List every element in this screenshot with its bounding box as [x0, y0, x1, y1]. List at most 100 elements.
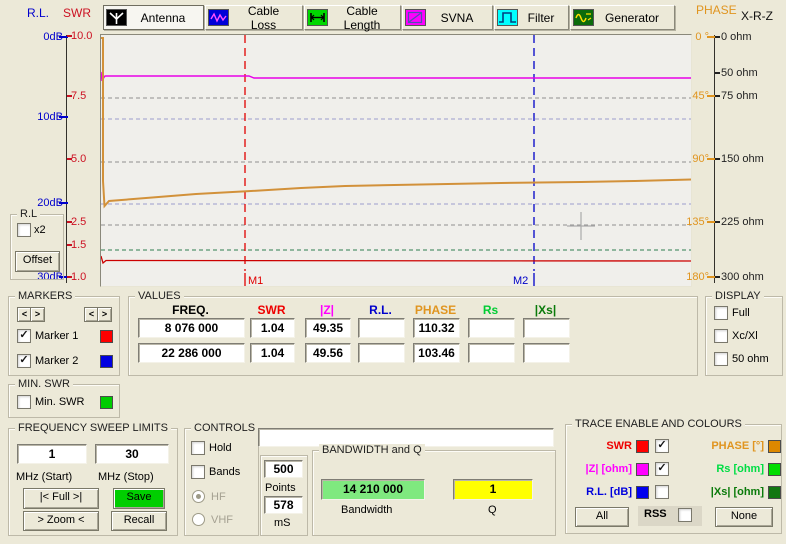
phase-tick-tick — [707, 221, 715, 223]
ohm-tick-tick — [715, 36, 720, 38]
phase-tick-label: 0 ° — [666, 31, 709, 43]
tab-antenna[interactable]: Antenna — [103, 5, 204, 30]
recall-button[interactable]: Recall — [111, 511, 167, 531]
display-50-ohm-checkbox[interactable] — [714, 352, 728, 366]
value-cell-m2-freq-[interactable]: 22 286 000 — [138, 343, 245, 363]
stop-freq-label: MHz (Stop) — [98, 471, 154, 483]
marker2-checkbox[interactable]: ✓ — [17, 354, 31, 368]
ohm-tick-tick — [715, 221, 720, 223]
none-traces-button[interactable]: None — [715, 507, 773, 527]
rss-label: RSS — [644, 508, 667, 520]
display-full-checkbox[interactable] — [714, 306, 728, 320]
marker2-step-next-button[interactable]: > — [97, 307, 112, 322]
ohm-tick-label: 50 ohm — [721, 67, 758, 79]
trace-rs-ohm--color-swatch[interactable] — [768, 463, 781, 476]
q-label: Q — [488, 504, 497, 516]
phase-tick-label: 180° — [666, 271, 709, 283]
swr-tick-label: 5.0 — [71, 153, 86, 165]
tab-cable-loss[interactable]: Cable Loss — [205, 5, 303, 30]
points-label: Points — [265, 482, 296, 494]
full-span-button[interactable]: |< Full >| — [23, 488, 99, 509]
phase-tick-label: 90° — [666, 153, 709, 165]
rl-tick-tick — [59, 202, 68, 204]
trace--xs-ohm--color-swatch[interactable] — [768, 486, 781, 499]
display-xc-xl-label: Xc/Xl — [732, 330, 758, 342]
offset-button[interactable]: Offset — [15, 251, 60, 272]
marker2-color-swatch[interactable] — [100, 355, 113, 368]
min-swr-color-swatch[interactable] — [100, 396, 113, 409]
display-panel-title: DISPLAY — [712, 290, 764, 302]
zoom-span-button[interactable]: > Zoom < — [23, 511, 99, 531]
min-swr-checkbox[interactable] — [17, 395, 31, 409]
trace--z-ohm--label: |Z| [ohm] — [574, 463, 632, 475]
rl-tick-tick — [59, 116, 68, 118]
phase-trace — [101, 38, 691, 206]
trace-swr-color-swatch[interactable] — [636, 440, 649, 453]
sweep-plot[interactable]: M1M2 — [100, 34, 692, 287]
rl-tick-label: 10dB — [20, 111, 63, 123]
bands-checkbox[interactable] — [191, 465, 205, 479]
value-cell-m1--z-: 49.35 — [305, 318, 351, 338]
antenna-icon — [106, 9, 127, 26]
trace--z-ohm--color-swatch[interactable] — [636, 463, 649, 476]
trace-r-l-db--checkbox[interactable] — [655, 485, 669, 499]
tab-filter[interactable]: Filter — [494, 5, 569, 30]
swr-tick-tick — [67, 244, 72, 246]
marker1-step-next-button[interactable]: > — [30, 307, 45, 322]
bandwidth-panel: BANDWIDTH and Q 14 210 000 Bandwidth 1 Q — [312, 450, 556, 536]
swr-tick-tick — [67, 95, 72, 97]
vhf-radio[interactable] — [192, 513, 205, 526]
value-cell-m1-freq-[interactable]: 8 076 000 — [138, 318, 245, 338]
values-header-r-l-: R.L. — [358, 303, 403, 317]
stop-freq-input[interactable]: 30 — [95, 444, 169, 464]
trace--xs-ohm--label: |Xs| [ohm] — [706, 486, 764, 498]
tab-generator[interactable]: Generator — [570, 5, 675, 30]
values-panel-title: VALUES — [135, 290, 184, 302]
start-freq-label: MHz (Start) — [16, 471, 72, 483]
value-cell-m1-phase: 110.32 — [413, 318, 460, 338]
trace--z-ohm--checkbox[interactable]: ✓ — [655, 462, 669, 476]
trace-phase--color-swatch[interactable] — [768, 440, 781, 453]
marker-label-m1: M1 — [248, 275, 263, 286]
hold-checkbox[interactable] — [191, 441, 205, 455]
swr-tick-tick — [67, 35, 72, 37]
display-xc-xl-checkbox[interactable] — [714, 329, 728, 343]
filter-icon — [497, 9, 518, 26]
start-freq-input[interactable]: 1 — [17, 444, 87, 464]
tab-cable-length[interactable]: Cable Length — [304, 5, 401, 30]
bandwidth-value: 14 210 000 — [321, 479, 425, 500]
ohm-tick-tick — [715, 95, 720, 97]
swr-tick-label: 2.5 — [71, 216, 86, 228]
points-value[interactable]: 500 — [264, 460, 303, 478]
trace-phase--label: PHASE [°] — [706, 440, 764, 452]
freq-sweep-panel: FREQUENCY SWEEP LIMITS 1 30 MHz (Start) … — [8, 428, 178, 536]
swr-tick-label: 1.0 — [71, 271, 86, 283]
tab-label: Generator — [594, 11, 670, 25]
rl-axis-title: R.L. — [27, 6, 49, 20]
points-panel: 500 Points 578 mS — [260, 455, 308, 536]
save-button[interactable]: Save — [113, 488, 165, 509]
tab-label: Cable Length — [328, 4, 396, 32]
bands-label: Bands — [209, 466, 240, 478]
value-cell-m2-rs — [468, 343, 515, 363]
xrz-axis-title: X-R-Z — [741, 9, 773, 23]
all-traces-button[interactable]: All — [575, 507, 629, 527]
ohm-tick-tick — [715, 158, 720, 160]
value-cell-m2--xs- — [523, 343, 570, 363]
hf-radio[interactable] — [192, 490, 205, 503]
marker1-checkbox[interactable]: ✓ — [17, 329, 31, 343]
x2-checkbox[interactable] — [17, 223, 31, 237]
display-50-ohm-label: 50 ohm — [732, 353, 769, 365]
value-cell-m1--xs- — [523, 318, 570, 338]
trace-rs-ohm--label: Rs [ohm] — [706, 463, 764, 475]
tab-label: Cable Loss — [229, 4, 298, 32]
rss-checkbox[interactable] — [678, 508, 692, 522]
phase-tick-tick — [707, 158, 715, 160]
trace-enable-panel-title: TRACE ENABLE AND COLOURS — [572, 418, 745, 430]
marker1-color-swatch[interactable] — [100, 330, 113, 343]
trace-swr-checkbox[interactable]: ✓ — [655, 439, 669, 453]
vhf-label: VHF — [211, 514, 233, 526]
trace-r-l-db--color-swatch[interactable] — [636, 486, 649, 499]
ohm-tick-label: 225 ohm — [721, 216, 764, 228]
tab-svna[interactable]: SVNA — [402, 5, 493, 30]
